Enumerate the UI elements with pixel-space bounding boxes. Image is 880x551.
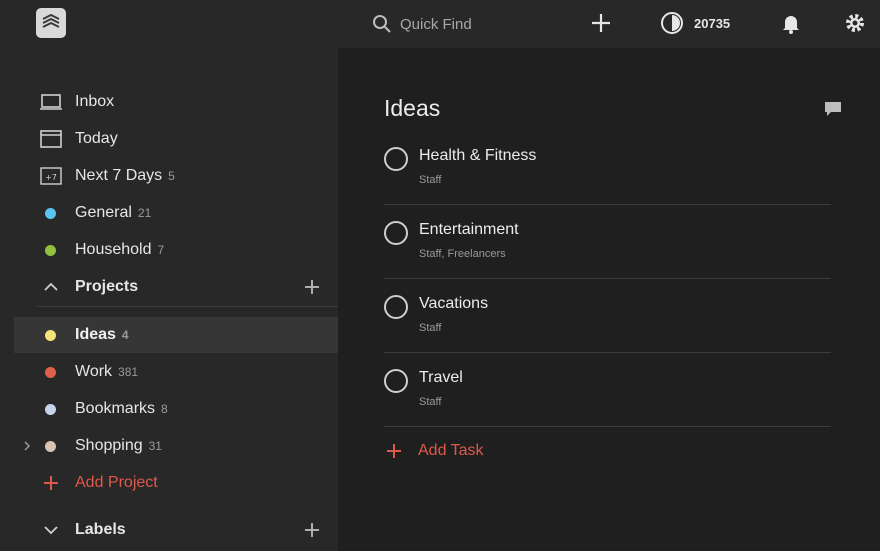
top-bar: Quick Find 20735 xyxy=(0,0,880,48)
add-project-button[interactable]: Add Project xyxy=(14,465,338,501)
item-count: 381 xyxy=(118,365,139,379)
task-checkbox[interactable] xyxy=(384,369,408,393)
sidebar-item-label: Today xyxy=(75,130,118,147)
sidebar-item-household[interactable]: Household 7 xyxy=(14,232,338,268)
sidebar-item-label: Ideas 4 xyxy=(75,326,129,343)
task-name: Travel xyxy=(419,369,463,386)
settings-button[interactable] xyxy=(844,12,866,39)
task-item[interactable]: Vacations Staff xyxy=(384,295,831,369)
task-labels: Staff xyxy=(419,322,442,334)
sidebar-divider xyxy=(37,306,338,307)
gear-icon xyxy=(846,14,864,32)
item-count: 21 xyxy=(137,206,152,220)
item-count: 5 xyxy=(168,169,175,183)
sidebar-item-label: Next 7 Days 5 xyxy=(75,167,175,184)
sidebar-item-inbox[interactable]: Inbox xyxy=(14,84,338,120)
task-divider xyxy=(384,278,831,279)
task-checkbox[interactable] xyxy=(384,295,408,319)
task-name: Health & Fitness xyxy=(419,147,537,164)
task-labels: Staff xyxy=(419,396,442,408)
sidebar-item-label: Inbox xyxy=(75,93,115,110)
page-title: Ideas xyxy=(384,95,441,121)
task-item[interactable]: Travel Staff xyxy=(384,369,831,443)
task-divider xyxy=(384,426,831,427)
task-item[interactable]: Health & Fitness Staff xyxy=(384,147,831,221)
calendar-icon xyxy=(40,130,62,148)
project-color-dot xyxy=(45,367,56,378)
plus-icon xyxy=(387,444,401,458)
karma-widget[interactable]: 20735 xyxy=(660,11,730,35)
sidebar-item-shopping[interactable]: Shopping 31 xyxy=(14,428,338,464)
chevron-up-icon xyxy=(44,282,58,291)
add-task-label: Add Task xyxy=(418,442,484,459)
quick-find-label: Quick Find xyxy=(400,15,472,33)
task-divider xyxy=(384,352,831,353)
sidebar-item-label: Household 7 xyxy=(75,241,165,258)
task-name: Vacations xyxy=(419,295,489,312)
project-color-dot xyxy=(45,330,56,341)
add-task-top-button[interactable] xyxy=(590,12,612,39)
item-count: 4 xyxy=(121,328,129,342)
projects-header-label: Projects xyxy=(75,278,139,295)
add-task-button[interactable]: Add Task xyxy=(386,442,484,460)
task-name: Entertainment xyxy=(419,221,519,238)
labels-section-header[interactable]: Labels xyxy=(14,512,338,548)
item-count: 7 xyxy=(157,243,165,257)
sidebar-item-label: Bookmarks 8 xyxy=(75,400,168,417)
sidebar-item-label: Work 381 xyxy=(75,363,139,380)
chevron-right-icon[interactable] xyxy=(22,440,32,452)
sidebar-item-bookmarks[interactable]: Bookmarks 8 xyxy=(14,391,338,427)
sidebar-item-today[interactable]: Today xyxy=(14,121,338,157)
sidebar-item-ideas[interactable]: Ideas 4 xyxy=(14,317,338,353)
karma-progress-icon xyxy=(661,12,683,34)
project-color-dot xyxy=(45,441,56,452)
sidebar-item-next-7-days[interactable]: +7 Next 7 Days 5 xyxy=(14,158,338,194)
inbox-icon xyxy=(40,94,62,110)
project-color-dot xyxy=(45,245,56,256)
plus-icon xyxy=(592,14,610,32)
calendar-week-icon: +7 xyxy=(40,167,62,185)
comment-icon[interactable] xyxy=(823,100,843,118)
task-labels: Staff, Freelancers xyxy=(419,248,506,260)
task-divider xyxy=(384,204,831,205)
notifications-button[interactable] xyxy=(780,12,802,39)
karma-count: 20735 xyxy=(694,15,731,31)
sidebar: Inbox Today +7 Next 7 Days 5 General 21 Ho… xyxy=(0,48,338,551)
plus-icon xyxy=(44,476,58,490)
project-color-dot xyxy=(45,208,56,219)
item-count: 31 xyxy=(148,439,162,453)
sidebar-item-label: Shopping 31 xyxy=(75,437,162,454)
sidebar-item-label: General 21 xyxy=(75,204,152,221)
main-panel: Ideas Health & Fitness Staff Entertainme… xyxy=(338,48,880,551)
chevron-down-icon xyxy=(44,526,58,535)
app-logo-icon[interactable] xyxy=(36,8,66,38)
sidebar-item-work[interactable]: Work 381 xyxy=(14,354,338,390)
sidebar-item-general[interactable]: General 21 xyxy=(14,195,338,231)
task-checkbox[interactable] xyxy=(384,147,408,171)
project-color-dot xyxy=(45,404,56,415)
add-label-plus-icon[interactable] xyxy=(304,522,320,538)
item-count: 8 xyxy=(161,402,168,416)
bell-icon xyxy=(783,16,799,34)
task-labels: Staff xyxy=(419,174,442,186)
task-checkbox[interactable] xyxy=(384,221,408,245)
projects-section-header[interactable]: Projects xyxy=(14,269,338,305)
calendar-week-icon-text: +7 xyxy=(45,173,57,182)
task-item[interactable]: Entertainment Staff, Freelancers xyxy=(384,221,831,295)
search-icon xyxy=(373,15,391,33)
add-project-label: Add Project xyxy=(75,474,158,491)
labels-header-label: Labels xyxy=(75,521,126,538)
add-project-plus-icon[interactable] xyxy=(304,279,320,295)
quick-find[interactable]: Quick Find xyxy=(372,13,472,35)
